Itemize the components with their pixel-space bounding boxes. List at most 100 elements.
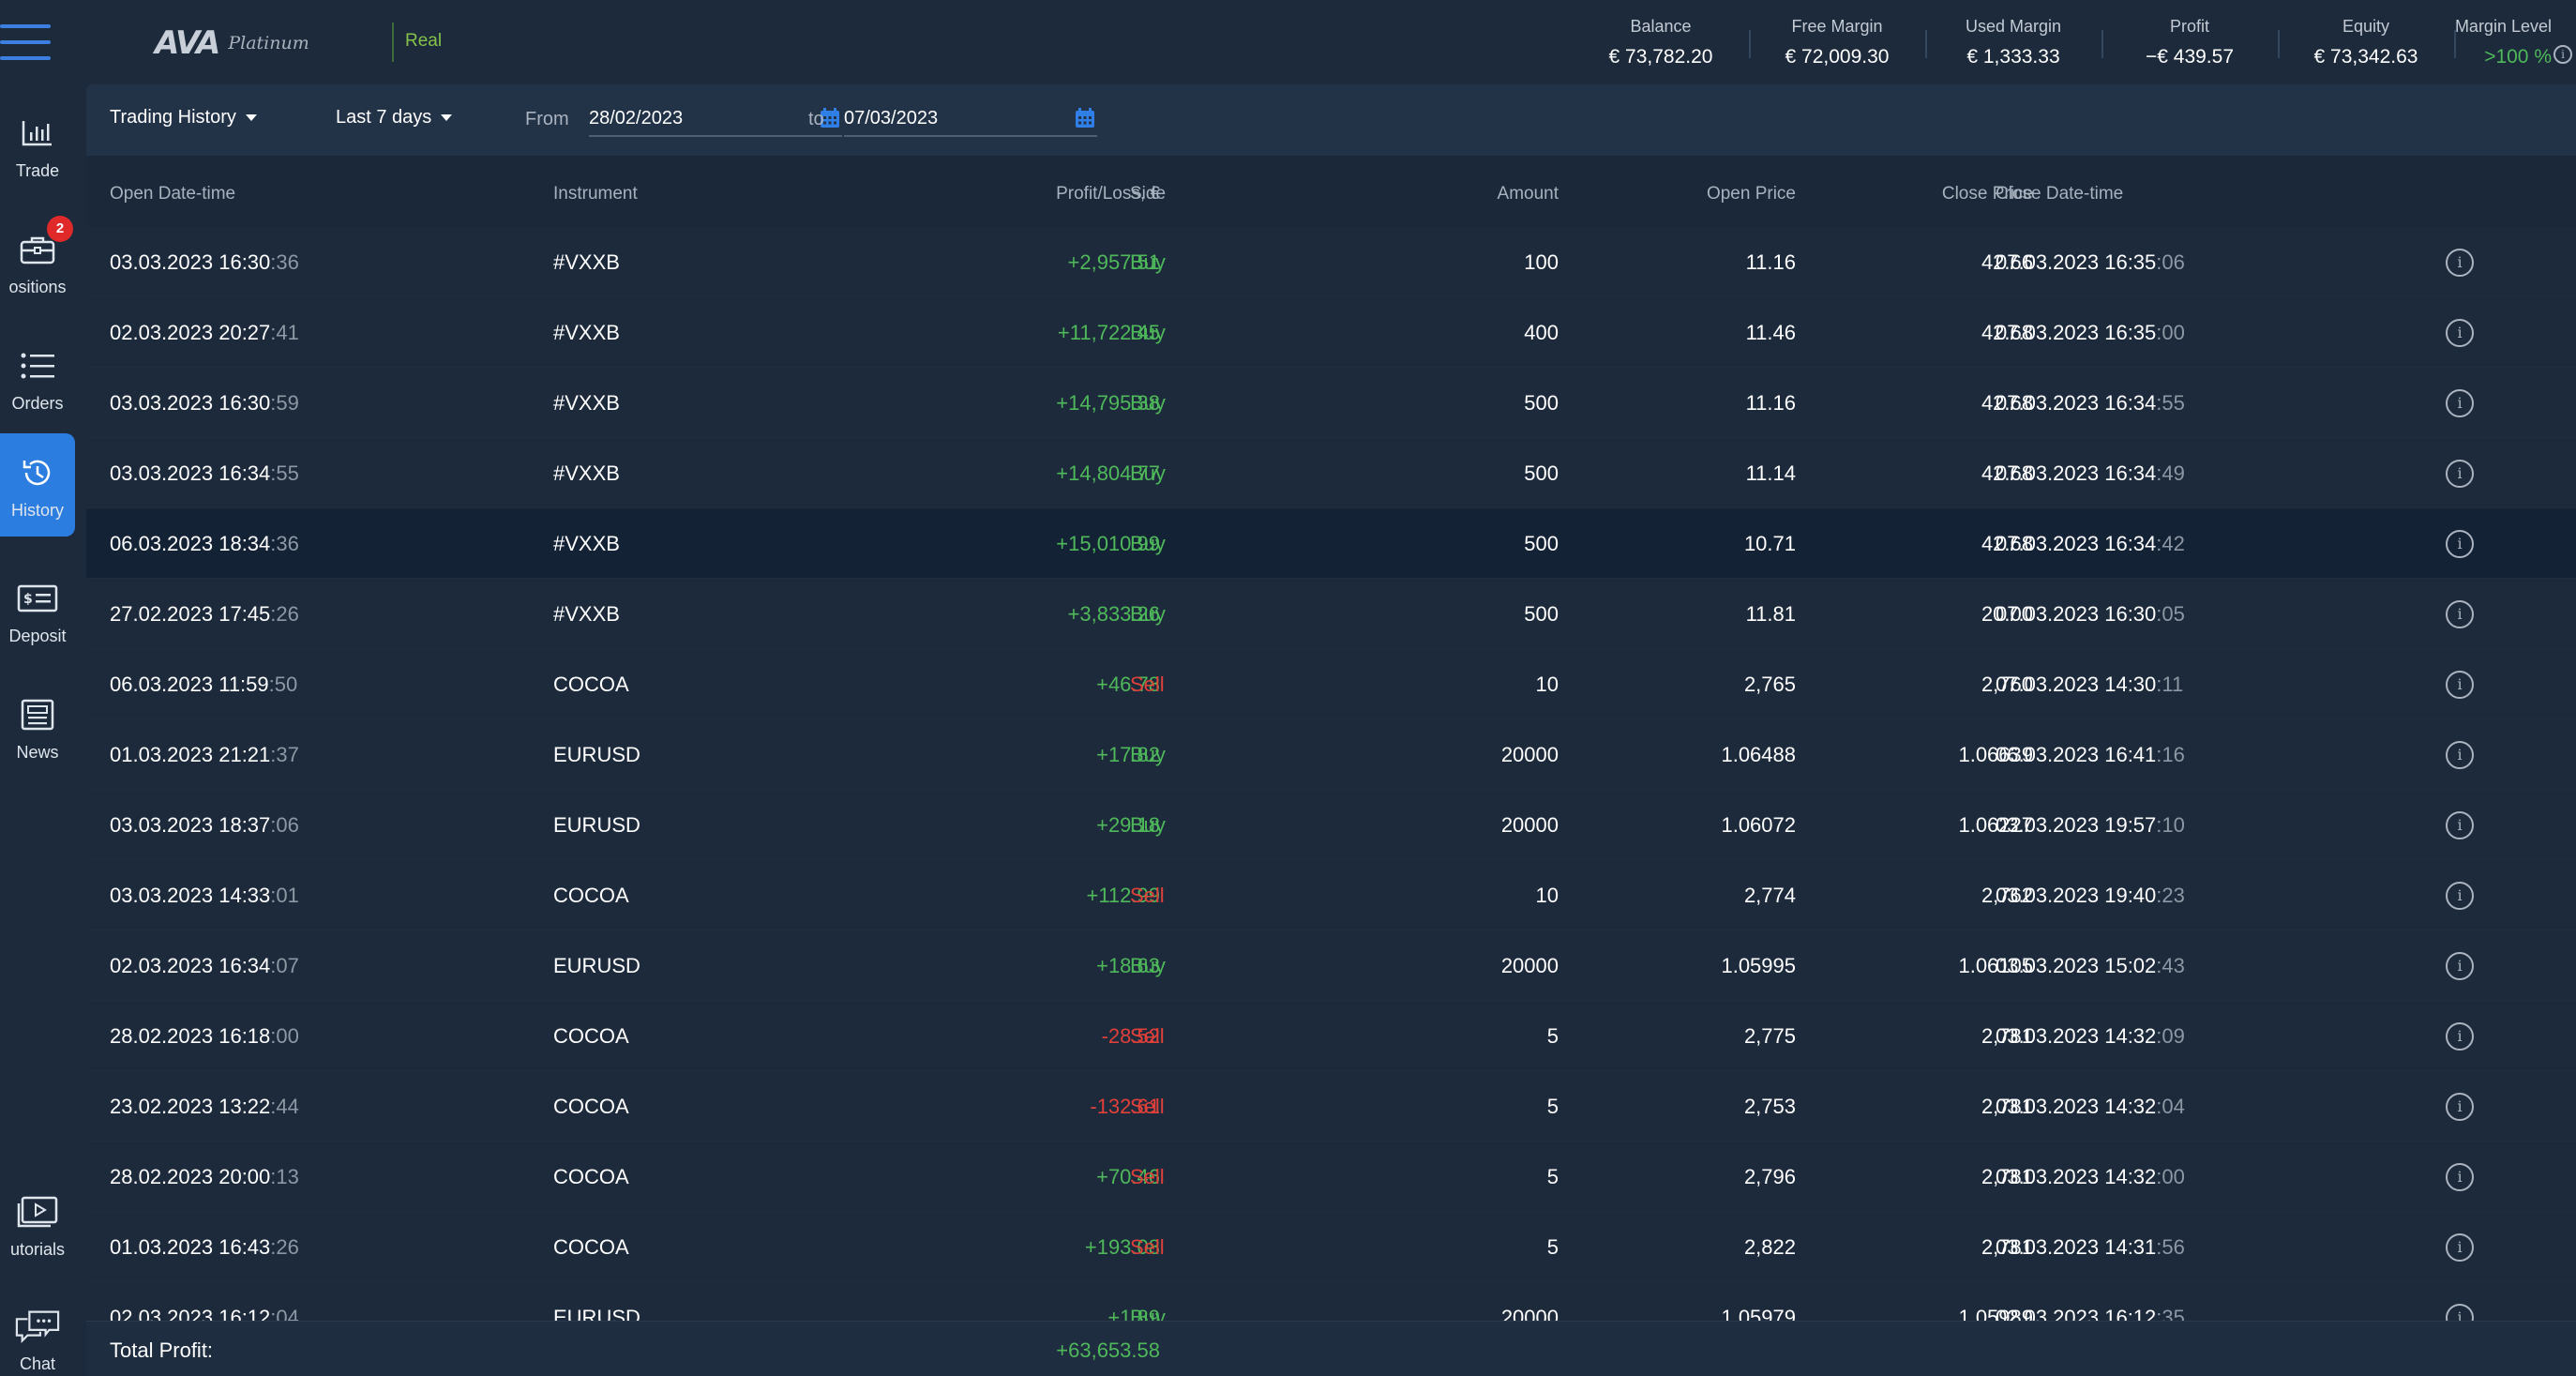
calendar-icon[interactable] — [1075, 108, 1095, 129]
table-row[interactable]: 03.03.2023 16:34:55 #VXXB +14,804.77 Buy 500… — [86, 438, 2576, 508]
sidebar-item-trade[interactable]: Trade — [0, 94, 75, 197]
open-datetime-cell: 27.02.2023 17:45:26 — [110, 579, 299, 649]
trade-info-icon[interactable]: i — [2446, 811, 2474, 839]
stat-balance: Balance € 73,782.20 — [1573, 0, 1749, 84]
period-value: Last 7 days — [336, 107, 432, 128]
trade-info-icon[interactable]: i — [2446, 1163, 2474, 1191]
close-datetime-cell: 03.03.2023 15:02:43 — [1996, 930, 2185, 1001]
instrument-cell: #VXXB — [553, 250, 620, 274]
close-datetime: 03.03.2023 19:57 — [1996, 813, 2157, 837]
close-seconds: :16 — [2156, 743, 2185, 766]
side-cell: Sell — [1130, 1024, 1165, 1048]
side-cell: Buy — [1130, 743, 1166, 766]
info-icon[interactable]: i — [2553, 45, 2572, 64]
trade-info-icon[interactable]: i — [2446, 671, 2474, 699]
sidebar-item-chat[interactable]: Chat — [0, 1287, 75, 1376]
close-datetime: 03.03.2023 14:32 — [1996, 1024, 2157, 1048]
open-datetime: 02.03.2023 20:27 — [110, 321, 271, 344]
trade-info-icon[interactable]: i — [2446, 952, 2474, 980]
stat-equity: Equity € 73,342.63 — [2278, 0, 2454, 84]
close-seconds: :56 — [2156, 1235, 2185, 1259]
side-cell: Sell — [1130, 1165, 1165, 1188]
instrument-cell: #VXXB — [553, 532, 620, 555]
news-icon — [15, 692, 60, 737]
column-header[interactable]: Profit/Loss, € — [860, 184, 1160, 204]
open-datetime: 03.03.2023 16:34 — [110, 461, 271, 485]
stat-value: −€ 439.57 — [2145, 45, 2234, 68]
table-row[interactable]: 28.02.2023 20:00:13 COCOA +70.46 Sell 5 2,796… — [86, 1142, 2576, 1212]
table-row[interactable]: 03.03.2023 16:30:59 #VXXB +14,795.38 Buy 500… — [86, 368, 2576, 438]
to-date-value: 07/03/2023 — [844, 107, 939, 129]
trade-info-icon[interactable]: i — [2446, 1093, 2474, 1121]
trade-info-icon[interactable]: i — [2446, 319, 2474, 347]
report-type-dropdown[interactable]: Trading History — [110, 107, 257, 129]
table-row[interactable]: 06.03.2023 11:59:50 COCOA +46.78 Sell 10 2,76… — [86, 649, 2576, 719]
sidebar-item-history[interactable]: History — [0, 433, 75, 537]
table-row[interactable]: 03.03.2023 14:33:01 COCOA +112.99 Sell 10 2,7… — [86, 860, 2576, 930]
side-cell: Buy — [1130, 602, 1166, 626]
table-row[interactable]: 23.02.2023 13:22:44 COCOA -132.61 Sell 5 2,75… — [86, 1071, 2576, 1142]
profit-loss-cell: +15,010.99 — [1056, 532, 1160, 555]
open-datetime: 01.03.2023 21:21 — [110, 743, 271, 766]
account-type-label[interactable]: Real — [405, 31, 442, 52]
column-header[interactable]: Instrument — [553, 184, 638, 204]
trade-info-icon[interactable]: i — [2446, 389, 2474, 417]
column-header[interactable]: Close Date-time — [1996, 184, 2123, 204]
open-datetime-cell: 06.03.2023 18:34:36 — [110, 508, 299, 579]
stat-value: >100 % — [2484, 45, 2552, 68]
close-datetime-cell: 07.03.2023 14:30:11 — [1996, 649, 2183, 719]
close-datetime: 03.03.2023 19:40 — [1996, 884, 2157, 907]
trade-info-icon[interactable]: i — [2446, 741, 2474, 769]
close-price-cell: 2,781 — [1981, 1024, 2033, 1048]
close-datetime-cell: 07.03.2023 16:34:55 — [1996, 368, 2185, 438]
open-seconds: :06 — [270, 813, 299, 837]
sidebar-item-tutorials[interactable]: utorials — [0, 1172, 75, 1276]
from-date-field[interactable]: 28/02/2023 — [589, 101, 842, 137]
table-row[interactable]: 28.02.2023 16:18:00 COCOA -28.52 Sell 5 2,775… — [86, 1001, 2576, 1071]
close-seconds: :10 — [2156, 813, 2185, 837]
instrument-cell: #VXXB — [553, 461, 620, 485]
trade-info-icon[interactable]: i — [2446, 460, 2474, 488]
trade-info-icon[interactable]: i — [2446, 530, 2474, 558]
table-row[interactable]: 01.03.2023 16:43:26 COCOA +193.08 Sell 5 2,82… — [86, 1212, 2576, 1282]
close-datetime: 07.03.2023 16:30 — [1996, 602, 2157, 626]
instrument-cell: #VXXB — [553, 391, 620, 415]
close-seconds: :11 — [2156, 673, 2184, 696]
table-row[interactable]: 27.02.2023 17:45:26 #VXXB +3,833.26 Buy 500 1… — [86, 579, 2576, 649]
sidebar-item-deposit[interactable]: $ Deposit — [0, 559, 75, 662]
trade-info-icon[interactable]: i — [2446, 1233, 2474, 1262]
sidebar-item-news[interactable]: News — [0, 675, 75, 779]
close-datetime-cell: 03.03.2023 14:32:04 — [1996, 1071, 2185, 1142]
column-header[interactable]: Open Date-time — [110, 184, 235, 204]
side-cell: Buy — [1130, 532, 1166, 555]
close-datetime-cell: 03.03.2023 14:32:00 — [1996, 1142, 2185, 1212]
trade-info-icon[interactable]: i — [2446, 600, 2474, 628]
side-cell: Buy — [1130, 813, 1166, 837]
to-date-field[interactable]: 07/03/2023 — [844, 101, 1097, 137]
period-dropdown[interactable]: Last 7 days — [336, 107, 453, 129]
column-header[interactable]: Close Price — [1733, 184, 2033, 204]
trade-info-icon[interactable]: i — [2446, 1022, 2474, 1051]
trade-info-icon[interactable]: i — [2446, 249, 2474, 277]
sidebar-item-positions[interactable]: 2 ositions — [0, 210, 75, 313]
table-row[interactable]: 02.03.2023 20:27:41 #VXXB +11,722.45 Buy 400… — [86, 297, 2576, 368]
menu-icon[interactable] — [0, 23, 51, 62]
column-header[interactable]: Side — [1130, 184, 1166, 204]
close-seconds: :04 — [2156, 1095, 2185, 1118]
table-row[interactable]: 06.03.2023 18:34:36 #VXXB +15,010.99 Buy 500… — [86, 508, 2576, 579]
table-row[interactable]: 01.03.2023 21:21:37 EURUSD +17.82 Buy 20000 1… — [86, 719, 2576, 790]
trade-info-icon[interactable]: i — [2446, 882, 2474, 910]
close-datetime-cell: 07.03.2023 16:34:42 — [1996, 508, 2185, 579]
stat-used-margin: Used Margin € 1,333.33 — [1925, 0, 2101, 84]
sidebar-item-orders[interactable]: Orders — [0, 326, 75, 430]
open-seconds: :59 — [270, 391, 299, 415]
close-datetime-cell: 07.03.2023 16:35:00 — [1996, 297, 2185, 368]
table-row[interactable]: 02.03.2023 16:34:07 EURUSD +18.63 Buy 20000 1… — [86, 930, 2576, 1001]
profit-loss-cell: +14,795.38 — [1056, 391, 1160, 415]
table-row[interactable]: 03.03.2023 16:30:36 #VXXB +2,957.51 Buy 100 1… — [86, 227, 2576, 297]
positions-count-badge: 2 — [47, 215, 73, 242]
open-seconds: :37 — [270, 743, 299, 766]
table-row[interactable]: 03.03.2023 18:37:06 EURUSD +29.18 Buy 20000 1… — [86, 790, 2576, 860]
stat-label: Profit — [2169, 16, 2209, 36]
close-price-cell: 42.68 — [1981, 532, 2033, 555]
